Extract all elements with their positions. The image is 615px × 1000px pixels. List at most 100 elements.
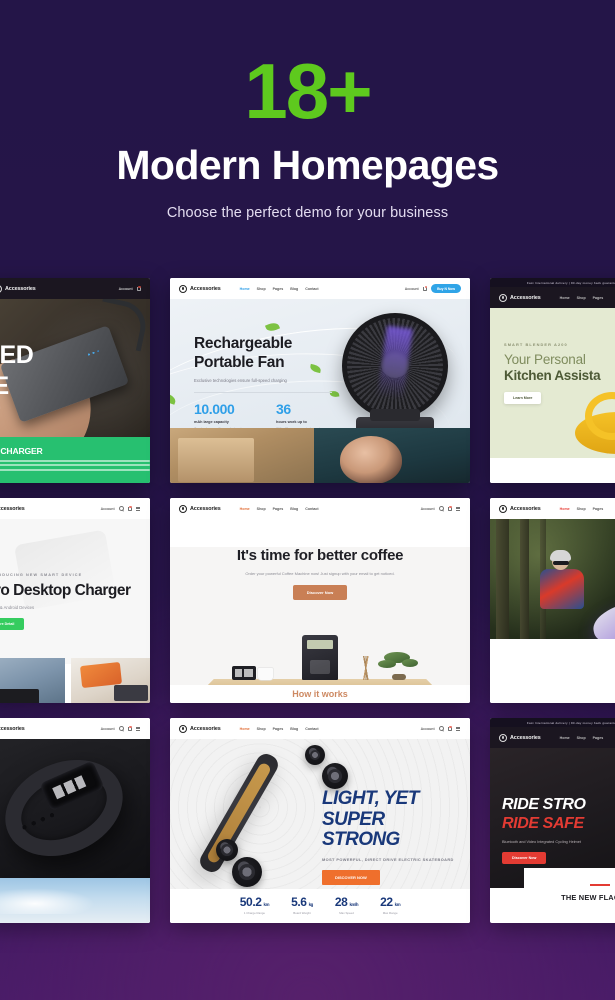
nav-link-pages[interactable]: Pages bbox=[273, 507, 284, 511]
nav-link-pages[interactable]: Pages bbox=[593, 507, 604, 511]
hero-title-line1: RIDE STRO bbox=[502, 796, 586, 813]
hero-title-line1: Rechargeable bbox=[194, 335, 293, 352]
brand-name: Accessories bbox=[510, 734, 541, 741]
account-link[interactable]: Account bbox=[421, 507, 435, 511]
spec-value: 50.2 bbox=[239, 895, 262, 909]
demo-card-electric-skateboard[interactable]: Accessories Home Shop Pages Blog Contact… bbox=[170, 718, 470, 923]
spec-value: 28 bbox=[334, 895, 348, 909]
buy-now-button[interactable]: Buy N Now bbox=[431, 284, 461, 293]
nav-link-shop[interactable]: Shop bbox=[577, 736, 586, 740]
nav-link-shop[interactable]: Shop bbox=[577, 507, 586, 511]
account-link[interactable]: Account bbox=[101, 727, 115, 731]
menu-icon[interactable] bbox=[136, 506, 141, 511]
account-link[interactable]: Account bbox=[421, 727, 435, 731]
skateboard-product bbox=[196, 750, 282, 876]
promo-banner: TIC CHARGER bbox=[0, 437, 150, 483]
spec-key: 1 Charge Range bbox=[243, 911, 266, 915]
learn-more-button[interactable]: Learn More bbox=[504, 392, 542, 404]
tree-trunk bbox=[496, 519, 509, 639]
nav-link-shop[interactable]: Shop bbox=[577, 296, 586, 300]
announcement-bar: Fast International delivery | 90-day mon… bbox=[490, 278, 615, 287]
wheel bbox=[216, 839, 238, 861]
logo-icon bbox=[179, 504, 187, 513]
page-title: Modern Homepages bbox=[116, 142, 499, 188]
demo-card-cycling-helmet[interactable]: Fast International delivery | 90-day mon… bbox=[490, 718, 615, 923]
nav-links: Home Shop Pages Blog Contact bbox=[240, 727, 319, 731]
cart-icon[interactable] bbox=[136, 285, 142, 291]
fitness-band-product bbox=[0, 742, 139, 874]
discover-now-button[interactable]: DISCOVER NOW bbox=[322, 869, 380, 885]
menu-icon[interactable] bbox=[456, 726, 461, 731]
demo-card-pro-desktop-charger[interactable]: Accessories Account INTRODUCING NEW SMAR… bbox=[0, 498, 150, 703]
nav-link-shop[interactable]: Shop bbox=[257, 727, 266, 731]
logo-icon bbox=[499, 733, 507, 742]
hero-description: ensure full-speed charging bbox=[0, 405, 137, 410]
promo-text-lines bbox=[0, 460, 150, 471]
nav-link-home[interactable]: Home bbox=[560, 296, 570, 300]
photo-laptop bbox=[0, 658, 65, 703]
nav-links: Home Shop Pages bbox=[560, 507, 604, 511]
nav-links: Home Shop Pages Blog Contact bbox=[240, 507, 319, 511]
nav-link-home[interactable]: Home bbox=[240, 287, 250, 291]
menu-icon[interactable] bbox=[136, 726, 141, 731]
nav-link-home[interactable]: Home bbox=[240, 507, 250, 511]
brand-logo: Accessories bbox=[179, 504, 221, 513]
cart-icon[interactable] bbox=[447, 725, 453, 731]
demo-card-power-bank[interactable]: Accessories Account CHARGER PRO X SPEED … bbox=[0, 278, 150, 483]
account-link[interactable]: Account bbox=[101, 507, 115, 511]
logo-icon bbox=[499, 504, 507, 513]
search-icon[interactable] bbox=[118, 726, 124, 732]
hero-description: Order your powerful Coffee Machine now! … bbox=[245, 571, 395, 576]
brand-name: Accessories bbox=[510, 505, 541, 512]
demo-card-kitchen-assistant[interactable]: Fast International delivery | 90-day mon… bbox=[490, 278, 615, 483]
nav-link-home[interactable]: Home bbox=[560, 736, 570, 740]
stat-label: mAh large capacity bbox=[194, 420, 229, 425]
brand-name: Accessories bbox=[190, 725, 221, 732]
spec-unit: km bbox=[394, 902, 401, 907]
hero-kicker: CHARGER PRO X bbox=[0, 333, 137, 338]
brand-logo: Accessories bbox=[179, 284, 221, 293]
cart-icon[interactable] bbox=[447, 505, 453, 511]
accent-bar bbox=[589, 884, 610, 887]
hero-banner: Rechargeable Portable Fan Exclusive tech… bbox=[170, 299, 470, 449]
brand-logo: Accessories bbox=[499, 733, 541, 742]
nav-link-contact[interactable]: Contact bbox=[305, 287, 318, 291]
cart-icon[interactable] bbox=[422, 285, 428, 291]
cart-icon[interactable] bbox=[127, 505, 133, 511]
nav-link-pages[interactable]: Pages bbox=[273, 287, 284, 291]
nav-link-shop[interactable]: Shop bbox=[257, 507, 266, 511]
hero-kicker: SMART BLENDER A200 bbox=[504, 342, 568, 347]
menu-icon[interactable] bbox=[456, 506, 461, 511]
account-link[interactable]: Account bbox=[119, 287, 133, 291]
nav-link-pages[interactable]: Pages bbox=[593, 736, 604, 740]
demo-card-fitness-band[interactable]: Accessories Account bbox=[0, 718, 150, 923]
nav-link-home[interactable]: Home bbox=[240, 727, 250, 731]
nav-link-blog[interactable]: Blog bbox=[290, 727, 298, 731]
cart-icon[interactable] bbox=[127, 725, 133, 731]
hero-description: For iOs & Android Devices bbox=[0, 605, 35, 610]
nav-link-pages[interactable]: Pages bbox=[273, 727, 284, 731]
search-icon[interactable] bbox=[438, 506, 444, 512]
more-detail-button[interactable]: More Detail bbox=[0, 618, 25, 630]
spec-item: 28 km/h Max Speed bbox=[334, 895, 359, 915]
nav-link-blog[interactable]: Blog bbox=[290, 287, 298, 291]
search-icon[interactable] bbox=[118, 506, 124, 512]
account-link[interactable]: Account bbox=[405, 287, 419, 291]
spec-unit: km/h bbox=[349, 902, 359, 907]
demo-card-cycling-gear[interactable]: Accessories Home Shop Pages W M bbox=[490, 498, 615, 703]
hero-banner: SMART BLENDER A200 Your Personal Kitchen… bbox=[490, 308, 615, 458]
discover-now-button[interactable]: Discover Now bbox=[292, 585, 348, 600]
demo-card-better-coffee[interactable]: Accessories Home Shop Pages Blog Contact… bbox=[170, 498, 470, 703]
nav-link-blog[interactable]: Blog bbox=[290, 507, 298, 511]
nav-link-contact[interactable]: Contact bbox=[305, 507, 318, 511]
hero-banner bbox=[0, 739, 150, 879]
cyclist-photo bbox=[536, 550, 594, 619]
brand-name: Accessories bbox=[510, 294, 541, 301]
demo-card-portable-fan[interactable]: Accessories Home Shop Pages Blog Contact… bbox=[170, 278, 470, 483]
nav-link-contact[interactable]: Contact bbox=[305, 727, 318, 731]
nav-link-pages[interactable]: Pages bbox=[593, 296, 604, 300]
search-icon[interactable] bbox=[438, 726, 444, 732]
nav-link-shop[interactable]: Shop bbox=[257, 287, 266, 291]
nav-link-home[interactable]: Home bbox=[560, 507, 570, 511]
discover-now-button[interactable]: Discover Now bbox=[502, 852, 547, 864]
